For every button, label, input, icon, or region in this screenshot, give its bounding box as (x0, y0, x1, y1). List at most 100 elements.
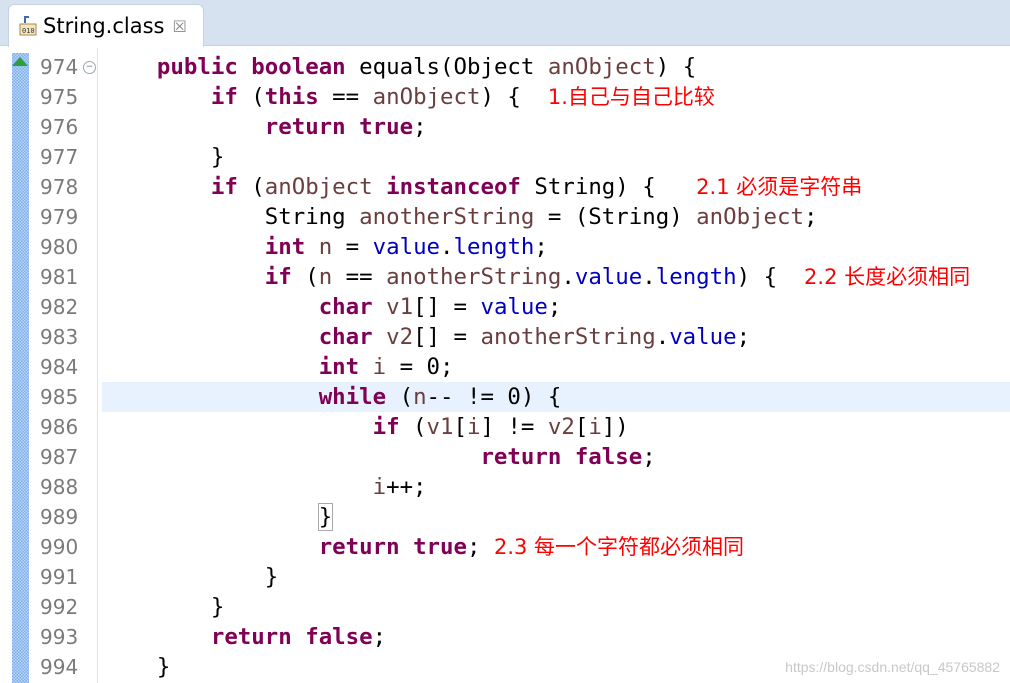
code-line[interactable]: int n = value.length; (103, 232, 548, 262)
code-token: ( (399, 414, 427, 440)
code-line[interactable]: int i = 0; (103, 352, 454, 382)
code-line[interactable]: while (n-- != 0) { (103, 382, 562, 412)
code-token: int (264, 234, 306, 260)
code-line[interactable]: if (this == anObject) { 1.自己与自己比较 (103, 82, 715, 112)
line-number: 982 (40, 295, 79, 319)
line-number: 978 (40, 175, 79, 199)
code-token: int (318, 354, 360, 380)
code-token: if (210, 84, 238, 110)
line-number: 985 (40, 385, 79, 409)
code-token: anObject (547, 54, 656, 80)
code-token: instanceof (386, 174, 521, 200)
code-token: if (372, 414, 400, 440)
code-line[interactable]: return true; (103, 112, 427, 142)
code-token: ]) (601, 414, 629, 440)
code-token: . (655, 324, 670, 350)
annotation-text: 2.2 长度必须相同 (804, 265, 971, 289)
code-token: [] = (413, 324, 481, 350)
code-line[interactable]: i++; (103, 472, 427, 502)
line-number: 975 (40, 85, 79, 109)
code-token: true (359, 114, 414, 140)
code-token: v2 (547, 414, 575, 440)
close-icon[interactable]: ☒ (172, 17, 186, 36)
annotation-text: 1.自己与自己比较 (547, 85, 715, 109)
code-token: n (318, 264, 333, 290)
code-line[interactable]: char v1[] = value; (103, 292, 562, 322)
code-token: value (372, 234, 441, 260)
code-line[interactable]: if (n == anotherString.value.length) { 2… (103, 262, 970, 292)
code-token: i (588, 414, 602, 440)
code-token: [] = (413, 294, 481, 320)
code-token: ; (466, 534, 494, 560)
line-number: 976 (40, 115, 79, 139)
code-line[interactable]: if (v1[i] != v2[i]) (103, 412, 629, 442)
line-number: 977 (40, 145, 79, 169)
code-token: ( (237, 84, 265, 110)
code-line[interactable]: return false; (103, 622, 386, 652)
code-line[interactable]: return false; (103, 442, 655, 472)
line-number: 990 (40, 535, 79, 559)
code-token: public (156, 54, 238, 80)
line-number: 992 (40, 595, 79, 619)
gutter-divider (97, 48, 98, 683)
tab-string-class[interactable]: 010 String.class ☒ (8, 4, 204, 47)
line-number: 991 (40, 565, 79, 589)
code-token: anObject (264, 174, 373, 200)
code-token: String) { (520, 174, 697, 200)
code-token: ; (736, 324, 751, 350)
code-token: return (318, 534, 400, 560)
code-token: i (467, 414, 481, 440)
annotation-text: 2.1 必须是字符串 (696, 175, 863, 199)
annotation-text: 2.3 每一个字符都必须相同 (493, 535, 745, 559)
code-token: == (332, 264, 387, 290)
code-line[interactable]: } (103, 142, 225, 172)
code-line[interactable]: String anotherString = (String) anObject… (103, 202, 818, 232)
code-token: value (480, 294, 548, 320)
code-token: n (413, 384, 427, 410)
arrow-up-icon (12, 57, 28, 66)
code-line[interactable]: return true; 2.3 每一个字符都必须相同 (103, 532, 744, 562)
code-token: i (372, 354, 387, 380)
code-token: return (264, 114, 346, 140)
code-token: v1 (426, 414, 454, 440)
line-number: 986 (40, 415, 79, 439)
code-token: n (318, 234, 333, 260)
code-token: v2 (386, 324, 414, 350)
code-line[interactable]: } (103, 562, 279, 592)
code-token: value (669, 324, 737, 350)
code-token: anObject (696, 204, 804, 230)
overview-ruler[interactable] (12, 53, 29, 683)
code-token: while (318, 384, 387, 410)
code-line[interactable]: if (anObject instanceof String) { 2.1 必须… (103, 172, 862, 202)
fold-collapse-icon[interactable]: − (83, 61, 96, 74)
code-token: [ (453, 414, 467, 440)
code-token: return (210, 624, 292, 650)
line-number: 993 (40, 625, 79, 649)
code-token: i (372, 474, 387, 500)
code-line[interactable]: } (103, 652, 171, 682)
code-line[interactable]: char v2[] = anotherString.value; (103, 322, 750, 352)
code-token: ) { (655, 54, 697, 80)
code-token: if (264, 264, 292, 290)
code-token: value (574, 264, 643, 290)
code-token: char (318, 324, 373, 350)
line-number: 987 (40, 445, 79, 469)
code-line[interactable]: public boolean equals(Object anObject) { (103, 52, 696, 82)
code-token: equals(Object (345, 54, 548, 80)
code-token: anObject (372, 84, 481, 110)
code-line[interactable]: } (103, 592, 225, 622)
code-line[interactable]: } (103, 502, 334, 532)
code-token: return (480, 444, 562, 470)
